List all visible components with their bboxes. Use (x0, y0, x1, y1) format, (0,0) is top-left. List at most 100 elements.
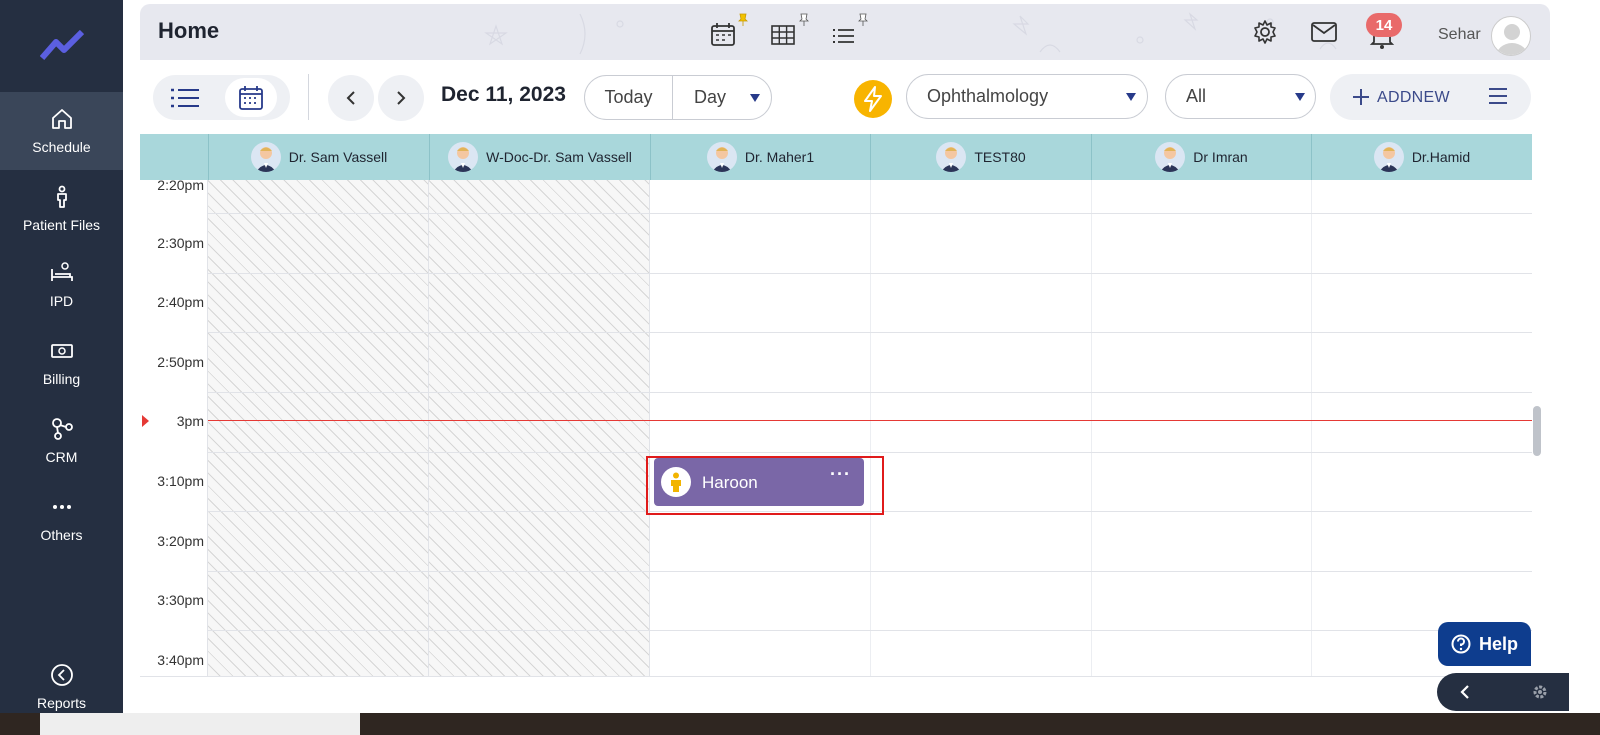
doctor-avatar (448, 142, 479, 172)
sidebar-item-label: CRM (45, 449, 78, 465)
help-label: Help (1478, 633, 1518, 654)
sidebar-item-label: Others (40, 527, 83, 543)
row-divider (208, 630, 1532, 631)
calendar-header: Dr. Sam Vassell W-Doc-Dr. Sam Vassell Dr… (140, 134, 1532, 180)
top-header: Home 14 Sehar (140, 4, 1550, 60)
calendar-pin-icon[interactable] (710, 20, 738, 48)
row-divider (208, 452, 1532, 453)
row-divider (208, 273, 1532, 274)
scroll-thumb[interactable] (1533, 406, 1541, 456)
view-mode-value: Day (694, 87, 727, 107)
row-divider (208, 392, 1532, 393)
add-new-button[interactable]: ADDNEW (1330, 74, 1531, 120)
pin-icon (738, 13, 748, 26)
grid-pin-icon[interactable] (770, 20, 798, 48)
doctor-name: Dr. Sam Vassell (288, 149, 388, 165)
notification-badge[interactable]: 14 (1366, 13, 1402, 37)
add-new-label: ADDNEW (1377, 89, 1450, 106)
user-avatar[interactable] (1491, 16, 1531, 56)
doctor-name: Dr Imran (1193, 149, 1248, 165)
sidebar-item-label: Schedule (32, 139, 91, 155)
list-icon (171, 88, 199, 107)
calendar-icon (239, 85, 263, 110)
doctor-avatar (1155, 142, 1186, 172)
schedule-toolbar: Dec 11, 2023 Today Day Ophthalmology All… (140, 60, 1550, 134)
logo-icon (39, 30, 84, 60)
unavailable-slot (429, 180, 650, 676)
sidebar-item-patient-files[interactable]: Patient Files (0, 170, 123, 248)
doctor-avatar (250, 142, 281, 172)
doctor-filter-select[interactable]: All (1165, 74, 1316, 119)
chevron-left-icon (346, 91, 355, 105)
today-button[interactable]: Today (585, 76, 673, 119)
time-label: 3pm (176, 413, 204, 429)
doctor-column-header[interactable]: W-Doc-Dr. Sam Vassell (429, 134, 650, 180)
sidebar-item-crm[interactable]: CRM (0, 402, 123, 480)
calendar-view-button[interactable] (225, 78, 277, 117)
user-name[interactable]: Sehar (1438, 26, 1481, 44)
row-divider (208, 213, 1532, 214)
chevron-down-icon (1126, 93, 1136, 101)
menu-icon[interactable] (1488, 87, 1508, 105)
sidebar-item-label: Reports (36, 695, 87, 711)
doctor-avatar (936, 142, 967, 172)
pie-chart-icon (50, 664, 73, 686)
column-divider (870, 180, 871, 676)
more-icon (52, 505, 71, 509)
app-logo[interactable] (0, 0, 123, 90)
sidebar-item-ipd[interactable]: IPD (0, 246, 123, 324)
view-mode-select[interactable]: Day (674, 76, 771, 119)
doctor-column-header[interactable]: TEST80 (870, 134, 1091, 180)
calendar-grid[interactable]: 2:20pm 2:30pm 2:40pm 2:50pm 3pm 3:10pm 3… (140, 180, 1532, 677)
calendar-scrollbar[interactable] (1532, 180, 1542, 677)
column-divider (1311, 180, 1312, 676)
doctor-name: TEST80 (974, 149, 1026, 165)
doctor-name: Dr.Hamid (1411, 149, 1471, 165)
sidebar-item-billing[interactable]: Billing (0, 324, 123, 402)
next-day-button[interactable] (378, 75, 424, 121)
time-label: 3:20pm (157, 533, 204, 549)
sidebar-item-label: IPD (49, 293, 74, 309)
current-date[interactable]: Dec 11, 2023 (441, 83, 566, 107)
doctor-filter-value: All (1186, 86, 1207, 106)
sidebar: Schedule Patient Files IPD Billing CRM O… (0, 0, 123, 735)
specialty-select[interactable]: Ophthalmology (906, 74, 1148, 119)
specialty-value: Ophthalmology (927, 86, 1049, 106)
view-toggle (153, 75, 290, 120)
row-divider (208, 571, 1532, 572)
sidebar-item-label: Billing (42, 371, 81, 387)
list-view-button[interactable] (159, 78, 211, 117)
time-label: 2:40pm (157, 294, 204, 310)
chevron-down-icon (750, 94, 760, 102)
doctor-column-header[interactable]: Dr. Sam Vassell (208, 134, 429, 180)
sidebar-item-others[interactable]: Others (0, 480, 123, 558)
pin-icon (858, 13, 868, 26)
sidebar-item-schedule[interactable]: Schedule (0, 92, 123, 170)
time-label: 2:50pm (157, 354, 204, 370)
doctor-column-header[interactable]: Dr.Hamid (1311, 134, 1532, 180)
doctor-column-header[interactable]: Dr Imran (1091, 134, 1311, 180)
previous-day-button[interactable] (328, 75, 374, 121)
os-taskbar (0, 713, 1600, 735)
sidebar-item-label: Patient Files (22, 217, 101, 233)
doctor-name: W-Doc-Dr. Sam Vassell (486, 149, 632, 165)
mail-icon[interactable] (1310, 18, 1338, 46)
quick-action-button[interactable] (854, 80, 892, 118)
taskbar-window (40, 713, 360, 735)
list-pin-icon[interactable] (830, 20, 858, 48)
appointment-card[interactable]: Haroon ··· (654, 458, 864, 506)
more-options-icon[interactable]: ··· (830, 464, 851, 485)
view-selector: Today Day (584, 75, 772, 120)
doctor-column-header[interactable]: Dr. Maher1 (650, 134, 870, 180)
column-divider (1091, 180, 1092, 676)
gear-icon[interactable] (1532, 684, 1548, 700)
floating-toolbar (1437, 673, 1569, 711)
page-title: Home (158, 18, 220, 43)
lightning-icon (864, 86, 882, 112)
person-icon (56, 185, 67, 208)
gear-icon[interactable] (1251, 18, 1279, 46)
chevron-left-icon[interactable] (1459, 684, 1471, 700)
plus-icon (1353, 89, 1369, 105)
patient-icon (661, 467, 691, 497)
help-button[interactable]: Help (1438, 622, 1531, 666)
